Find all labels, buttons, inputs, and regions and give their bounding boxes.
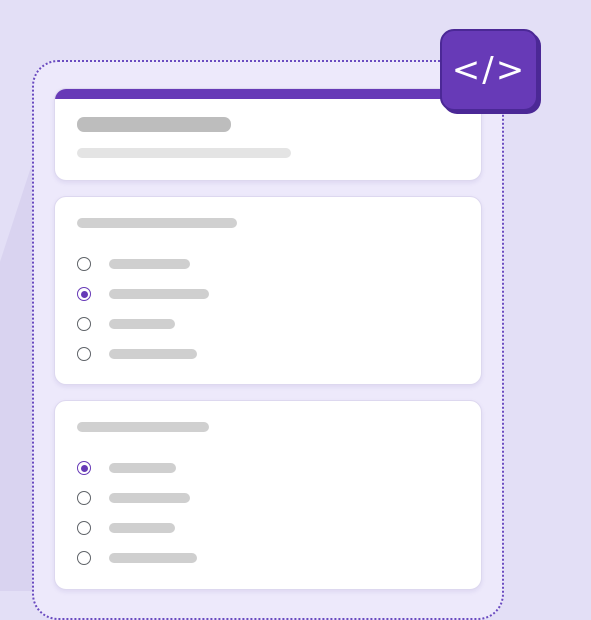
option-label-placeholder (109, 463, 176, 473)
question-title-placeholder (77, 218, 237, 228)
radio-unchecked-icon[interactable] (77, 551, 91, 565)
radio-checked-icon[interactable] (77, 461, 91, 475)
option-label-placeholder (109, 493, 190, 503)
radio-option[interactable] (77, 347, 277, 361)
header-accent-bar (55, 89, 481, 99)
radio-option[interactable] (77, 287, 277, 301)
form-description-placeholder (77, 148, 291, 158)
option-label-placeholder (109, 349, 197, 359)
form-title-placeholder (77, 117, 231, 132)
option-label-placeholder (109, 553, 197, 563)
form-header-card (54, 88, 482, 181)
question-card-2 (54, 400, 482, 590)
radio-option[interactable] (77, 461, 277, 475)
radio-unchecked-icon[interactable] (77, 257, 91, 271)
radio-option[interactable] (77, 317, 277, 331)
radio-option[interactable] (77, 257, 277, 271)
option-label-placeholder (109, 259, 190, 269)
radio-unchecked-icon[interactable] (77, 317, 91, 331)
question-card-1 (54, 196, 482, 385)
radio-option[interactable] (77, 521, 277, 535)
question-title-placeholder (77, 422, 209, 432)
option-label-placeholder (109, 319, 175, 329)
radio-unchecked-icon[interactable] (77, 521, 91, 535)
radio-unchecked-icon[interactable] (77, 491, 91, 505)
radio-unchecked-icon[interactable] (77, 347, 91, 361)
radio-checked-icon[interactable] (77, 287, 91, 301)
option-label-placeholder (109, 289, 209, 299)
option-label-placeholder (109, 523, 175, 533)
radio-option[interactable] (77, 491, 277, 505)
code-brackets-icon: </> (440, 29, 538, 111)
radio-option[interactable] (77, 551, 277, 565)
